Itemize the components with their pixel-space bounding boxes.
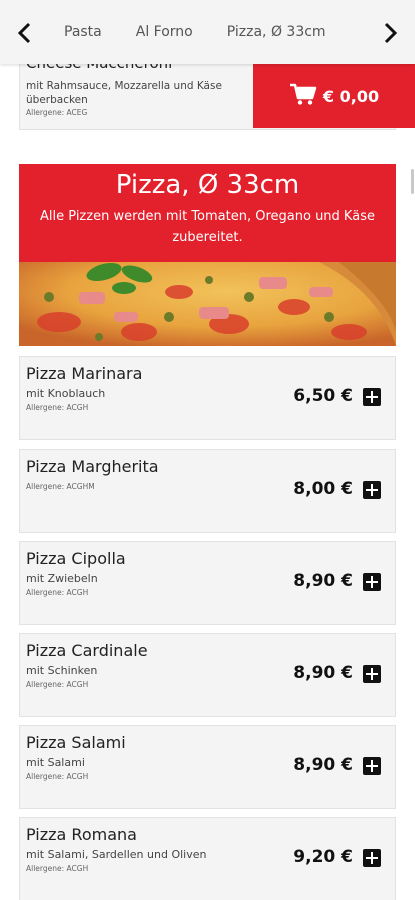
add-icon[interactable]	[363, 481, 381, 499]
item-name: Pizza Salami	[26, 733, 126, 752]
section-title: Pizza, Ø 33cm	[115, 170, 300, 200]
menu-content: Cheese Maccheroni mit Rahmsauce, Mozzare…	[0, 64, 415, 900]
category-nav: Pasta Al Forno Pizza, Ø 33cm	[0, 0, 415, 64]
chevron-right-icon[interactable]	[375, 18, 405, 48]
item-description: mit Salami	[26, 756, 85, 769]
item-name: Pizza Romana	[26, 825, 137, 844]
add-icon[interactable]	[363, 757, 381, 775]
item-allergens: Allergene: ACGH	[26, 864, 89, 873]
item-allergens: Allergene: ACGH	[26, 588, 89, 597]
item-price: 8,90 €	[293, 755, 353, 775]
add-icon[interactable]	[363, 849, 381, 867]
item-allergens: Allergene: ACGH	[26, 680, 89, 689]
menu-item-pizza-cipolla[interactable]: Pizza Cipolla mit Zwiebeln Allergene: AC…	[19, 541, 396, 625]
cart-icon	[289, 82, 317, 110]
item-name: Cheese Maccheroni	[26, 64, 172, 72]
cart-total: € 0,00	[322, 86, 380, 106]
add-icon[interactable]	[363, 573, 381, 591]
item-description: mit Schinken	[26, 664, 98, 677]
menu-item-pizza-romana[interactable]: Pizza Romana mit Salami, Sardellen und O…	[19, 817, 396, 900]
item-name: Pizza Cardinale	[26, 641, 148, 660]
item-price: 8,90 €	[293, 571, 353, 591]
add-icon[interactable]	[363, 388, 381, 406]
item-name: Pizza Margherita	[26, 457, 159, 476]
pizza-image	[19, 262, 396, 346]
item-description: mit Rahmsauce, Mozzarella und Käse überb…	[26, 80, 222, 106]
menu-item-pizza-margherita[interactable]: Pizza Margherita Allergene: ACGHM 8,00 €	[19, 449, 396, 533]
item-allergens: Allergene: ACGH	[26, 403, 89, 412]
item-allergens: Allergene: ACGH	[26, 772, 89, 781]
item-allergens: Allergene: ACGHM	[26, 482, 95, 491]
menu-item-pizza-cardinale[interactable]: Pizza Cardinale mit Schinken Allergene: …	[19, 633, 396, 717]
menu-item-pizza-marinara[interactable]: Pizza Marinara mit Knoblauch Allergene: …	[19, 356, 396, 440]
scrollbar[interactable]	[411, 169, 414, 194]
add-icon[interactable]	[363, 665, 381, 683]
item-description: mit Knoblauch	[26, 387, 106, 400]
tab-al-forno[interactable]: Al Forno	[136, 24, 193, 40]
category-tabs: Pasta Al Forno Pizza, Ø 33cm	[64, 0, 360, 64]
section-description: Alle Pizzen werden mit Tomaten, Oregano …	[40, 209, 375, 245]
item-price: 8,90 €	[293, 663, 353, 683]
menu-item-pizza-salami[interactable]: Pizza Salami mit Salami Allergene: ACGH …	[19, 725, 396, 809]
item-price: 6,50 €	[293, 386, 353, 406]
item-allergens: Allergene: ACEG	[26, 108, 88, 117]
tab-pasta[interactable]: Pasta	[64, 24, 102, 40]
section-header: Pizza, Ø 33cm Alle Pizzen werden mit Tom…	[19, 164, 396, 262]
item-price: 9,20 €	[293, 847, 353, 867]
cart-button[interactable]: € 0,00	[253, 64, 415, 128]
chevron-left-icon[interactable]	[10, 18, 40, 48]
item-name: Pizza Cipolla	[26, 549, 126, 568]
item-description: mit Zwiebeln	[26, 572, 98, 585]
item-description: mit Salami, Sardellen und Oliven	[26, 848, 207, 861]
item-name: Pizza Marinara	[26, 364, 143, 383]
tab-pizza[interactable]: Pizza, Ø 33cm	[227, 24, 326, 40]
item-price: 8,00 €	[293, 479, 353, 499]
